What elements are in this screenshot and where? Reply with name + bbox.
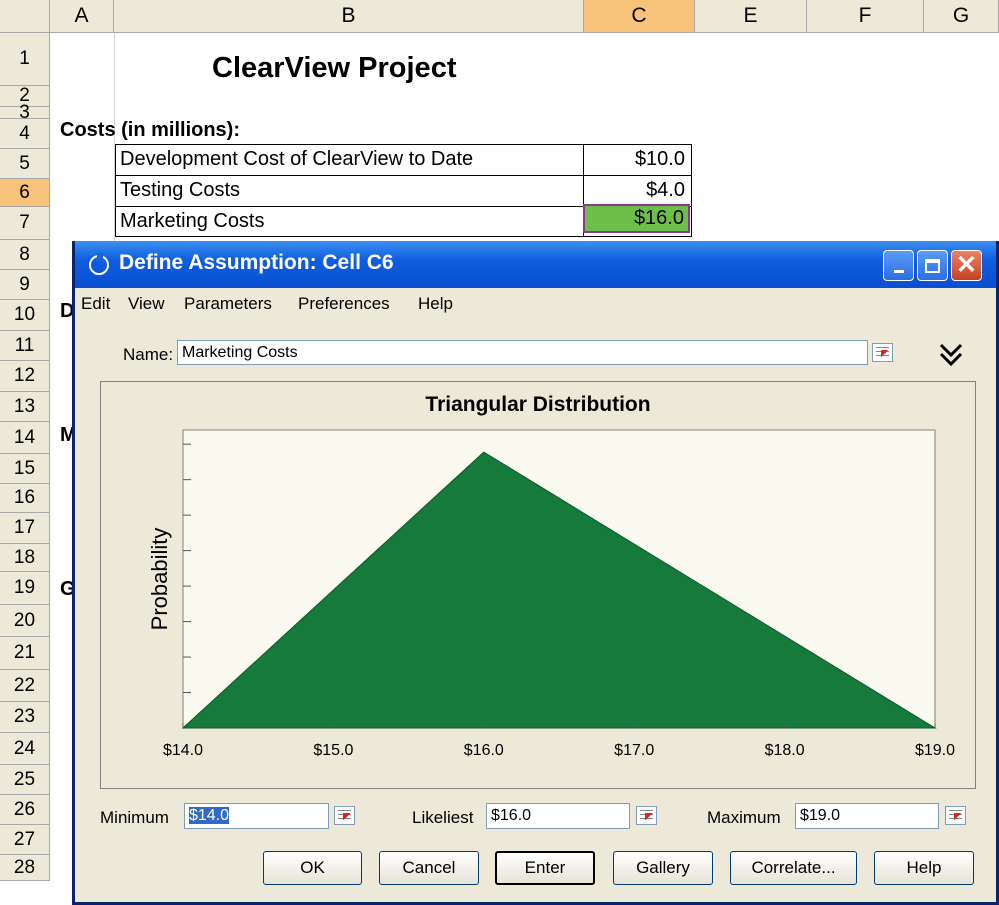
maximize-button[interactable] — [917, 250, 948, 281]
likeliest-label: Likeliest — [412, 808, 474, 827]
x-tick-label: $17.0 — [614, 742, 654, 759]
name-label: Name: — [123, 345, 174, 364]
row-header[interactable]: 17 — [0, 513, 50, 544]
menu-help[interactable]: Help — [418, 294, 453, 314]
select-all-corner[interactable] — [0, 0, 50, 33]
table-row[interactable]: Development Cost of ClearView to Date $1… — [116, 145, 691, 176]
y-axis-label: Probability — [147, 528, 172, 631]
row-header[interactable]: 21 — [0, 637, 50, 670]
chart-panel: Triangular Distribution $14.0 $15.0 $16.0 $… — [100, 381, 976, 789]
cost-label: Marketing Costs — [120, 210, 265, 232]
likeliest-field[interactable]: $16.0 — [486, 803, 630, 829]
row-header[interactable]: 18 — [0, 544, 50, 572]
menu-preferences[interactable]: Preferences — [298, 294, 390, 314]
row-header[interactable]: 27 — [0, 825, 50, 855]
minimum-value: $14.0 — [189, 807, 230, 824]
column-header-c[interactable]: C — [584, 0, 695, 33]
column-header-f[interactable]: F — [807, 0, 924, 33]
row-header[interactable]: 13 — [0, 392, 50, 422]
table-row[interactable]: Testing Costs $4.0 — [116, 176, 691, 207]
cell-reference-icon[interactable] — [872, 343, 893, 362]
row-header[interactable]: 22 — [0, 670, 50, 702]
column-header-b[interactable]: B — [114, 0, 584, 33]
row-header[interactable]: 25 — [0, 765, 50, 795]
maximize-icon — [925, 258, 940, 273]
menu-view[interactable]: View — [128, 294, 165, 314]
x-tick-label: $14.0 — [163, 742, 203, 759]
close-icon: ✕ — [956, 251, 977, 279]
row-header[interactable]: 10 — [0, 300, 50, 331]
dialog-title: Define Assumption: Cell C6 — [119, 251, 394, 274]
row-header[interactable]: 15 — [0, 454, 50, 484]
x-tick-label: $16.0 — [464, 742, 504, 759]
close-button[interactable]: ✕ — [951, 250, 982, 281]
row-header[interactable]: 11 — [0, 331, 50, 361]
cost-value: $4.0 — [646, 179, 685, 201]
costs-heading[interactable]: Costs (in millions): — [60, 119, 240, 142]
column-header-a[interactable]: A — [50, 0, 114, 33]
minimize-icon — [893, 270, 904, 273]
row-header[interactable]: 12 — [0, 361, 50, 392]
column-header-e[interactable]: E — [695, 0, 807, 33]
row-header[interactable]: 3 — [0, 102, 50, 123]
menu-parameters[interactable]: Parameters — [184, 294, 272, 314]
row-header[interactable]: 8 — [0, 240, 50, 270]
menu-edit[interactable]: Edit — [81, 294, 110, 314]
cost-value: $10.0 — [634, 148, 685, 170]
minimize-button[interactable] — [883, 250, 914, 281]
selected-cell-c6[interactable]: $16.0 — [583, 204, 690, 233]
name-field[interactable] — [177, 340, 868, 365]
cycle-icon — [89, 253, 109, 275]
cost-value: $16.0 — [633, 207, 684, 229]
cell-reference-icon[interactable] — [636, 806, 657, 825]
enter-button[interactable]: Enter — [495, 851, 595, 885]
row-header[interactable]: 24 — [0, 733, 50, 765]
row-header[interactable]: 6 — [0, 179, 50, 207]
row-header[interactable]: 9 — [0, 270, 50, 300]
row-header[interactable]: 5 — [0, 149, 50, 179]
row-header[interactable]: 14 — [0, 422, 50, 454]
column-header-g[interactable]: G — [924, 0, 999, 33]
help-button[interactable]: Help — [874, 851, 974, 885]
row-header[interactable]: 16 — [0, 484, 50, 513]
row-header[interactable]: 4 — [0, 119, 50, 149]
cancel-button[interactable]: Cancel — [379, 851, 479, 885]
minimum-field[interactable]: $14.0 — [184, 803, 329, 829]
x-tick-label: $18.0 — [765, 742, 805, 759]
maximum-label: Maximum — [707, 808, 781, 827]
row-header[interactable]: 26 — [0, 795, 50, 825]
cost-label: Testing Costs — [120, 179, 241, 201]
x-tick-label: $15.0 — [313, 742, 353, 759]
maximum-field[interactable]: $19.0 — [795, 803, 939, 829]
row-header[interactable]: 1 — [0, 33, 50, 86]
minimum-label: Minimum — [100, 808, 169, 827]
cell-reference-icon[interactable] — [945, 806, 966, 825]
row-header[interactable]: 28 — [0, 855, 50, 881]
row-header[interactable]: 19 — [0, 572, 50, 605]
maximum-value: $19.0 — [800, 807, 841, 824]
likeliest-value: $16.0 — [491, 807, 532, 824]
x-tick-label: $19.0 — [915, 742, 955, 759]
define-assumption-dialog: Define Assumption: Cell C6 ✕ Edit View P… — [72, 241, 999, 905]
menu-bar: Edit View Parameters Preferences Help — [75, 288, 996, 321]
expand-double-chevron-icon[interactable] — [937, 341, 965, 369]
ok-button[interactable]: OK — [263, 851, 362, 885]
cell-reference-icon[interactable] — [334, 806, 355, 825]
distribution-chart[interactable]: $14.0 $15.0 $16.0 $17.0 $18.0 $19.0 Probabilit… — [101, 382, 975, 788]
row-header[interactable]: 20 — [0, 605, 50, 637]
row-header[interactable]: 7 — [0, 207, 50, 240]
row-header[interactable]: 23 — [0, 702, 50, 733]
cost-label: Development Cost of ClearView to Date — [120, 148, 474, 170]
correlate-button[interactable]: Correlate... — [730, 851, 857, 885]
gallery-button[interactable]: Gallery — [613, 851, 713, 885]
title-bar[interactable]: Define Assumption: Cell C6 ✕ — [75, 241, 996, 288]
sheet-title[interactable]: ClearView Project — [212, 52, 456, 85]
